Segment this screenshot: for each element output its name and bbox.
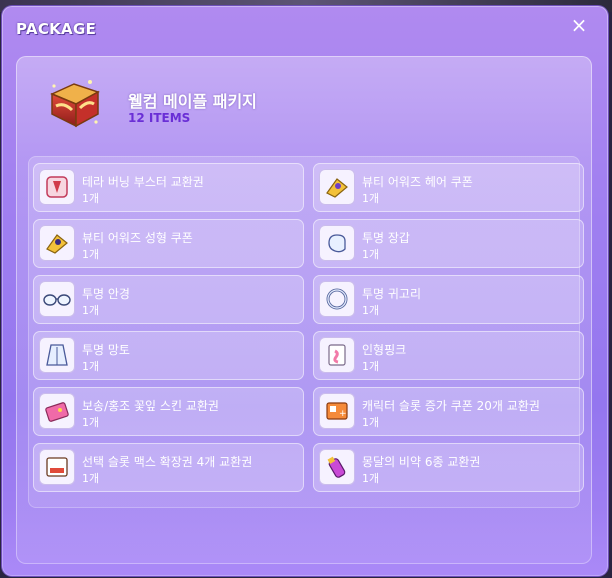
list-item[interactable]: 투명 장갑 1개 bbox=[313, 219, 584, 268]
cape-icon bbox=[39, 337, 75, 373]
item-quantity: 1개 bbox=[362, 248, 380, 261]
hair-coupon-icon bbox=[319, 169, 355, 205]
package-panel: 웰컴 메이플 패키지 12 ITEMS 테라 버닝 부스터 교환권 1개 뷰티 … bbox=[16, 56, 592, 564]
item-quantity: 1개 bbox=[362, 304, 380, 317]
item-list: 테라 버닝 부스터 교환권 1개 뷰티 어워즈 헤어 쿠폰 1개 뷰티 어워즈 … bbox=[28, 156, 584, 508]
item-name: 뷰티 어워즈 성형 쿠폰 bbox=[82, 231, 193, 245]
list-item[interactable]: 인형핑크 1개 bbox=[313, 331, 584, 380]
item-quantity: 1개 bbox=[362, 416, 380, 429]
burning-booster-icon bbox=[39, 169, 75, 205]
item-quantity: 1개 bbox=[82, 360, 100, 373]
item-name: 선택 슬롯 맥스 확장권 4개 교환권 bbox=[82, 455, 253, 469]
doll-pink-icon bbox=[319, 337, 355, 373]
item-name: 몽달의 비약 6종 교환권 bbox=[362, 455, 481, 469]
list-item[interactable]: + 캐릭터 슬롯 증가 쿠폰 20개 교환권 1개 bbox=[313, 387, 584, 436]
item-quantity: 1개 bbox=[82, 304, 100, 317]
gift-box-icon bbox=[50, 80, 100, 128]
list-item[interactable]: 투명 망토 1개 bbox=[33, 331, 304, 380]
list-item[interactable]: 투명 안경 1개 bbox=[33, 275, 304, 324]
close-icon[interactable]: × bbox=[568, 14, 590, 36]
earring-icon bbox=[319, 281, 355, 317]
slot-coupon-icon: + bbox=[319, 393, 355, 429]
item-quantity: 1개 bbox=[82, 248, 100, 261]
item-name: 투명 귀고리 bbox=[362, 287, 422, 301]
slot-max-icon bbox=[39, 449, 75, 485]
item-quantity: 1개 bbox=[362, 192, 380, 205]
svg-text:+: + bbox=[339, 409, 347, 419]
item-name: 인형핑크 bbox=[362, 343, 407, 357]
item-quantity: 1개 bbox=[82, 472, 100, 485]
face-coupon-icon bbox=[39, 225, 75, 261]
item-quantity: 1개 bbox=[82, 192, 100, 205]
list-item[interactable]: 선택 슬롯 맥스 확장권 4개 교환권 1개 bbox=[33, 443, 304, 492]
list-item[interactable]: 뷰티 어워즈 헤어 쿠폰 1개 bbox=[313, 163, 584, 212]
list-item[interactable]: 보송/홍조 꽃잎 스킨 교환권 1개 bbox=[33, 387, 304, 436]
list-item[interactable]: 몽달의 비약 6종 교환권 1개 bbox=[313, 443, 584, 492]
item-name: 투명 안경 bbox=[82, 287, 130, 301]
glasses-icon bbox=[39, 281, 75, 317]
skin-voucher-icon bbox=[39, 393, 75, 429]
package-name: 웰컴 메이플 패키지 bbox=[128, 92, 257, 111]
window-title: PACKAGE bbox=[16, 20, 97, 38]
package-item-count: 12 ITEMS bbox=[128, 111, 191, 125]
item-name: 보송/홍조 꽃잎 스킨 교환권 bbox=[82, 399, 219, 413]
item-name: 테라 버닝 부스터 교환권 bbox=[82, 175, 204, 189]
item-quantity: 1개 bbox=[362, 472, 380, 485]
item-quantity: 1개 bbox=[82, 416, 100, 429]
item-name: 뷰티 어워즈 헤어 쿠폰 bbox=[362, 175, 473, 189]
package-window: PACKAGE × 웰컴 메이플 패키지 12 ITEMS 테라 버닝 부스터 … bbox=[2, 6, 608, 576]
item-quantity: 1개 bbox=[362, 360, 380, 373]
list-item[interactable]: 뷰티 어워즈 성형 쿠폰 1개 bbox=[33, 219, 304, 268]
list-item[interactable]: 투명 귀고리 1개 bbox=[313, 275, 584, 324]
glove-icon bbox=[319, 225, 355, 261]
potion-icon bbox=[319, 449, 355, 485]
item-name: 투명 망토 bbox=[82, 343, 130, 357]
item-name: 투명 장갑 bbox=[362, 231, 410, 245]
item-name: 캐릭터 슬롯 증가 쿠폰 20개 교환권 bbox=[362, 399, 540, 413]
list-item[interactable]: 테라 버닝 부스터 교환권 1개 bbox=[33, 163, 304, 212]
